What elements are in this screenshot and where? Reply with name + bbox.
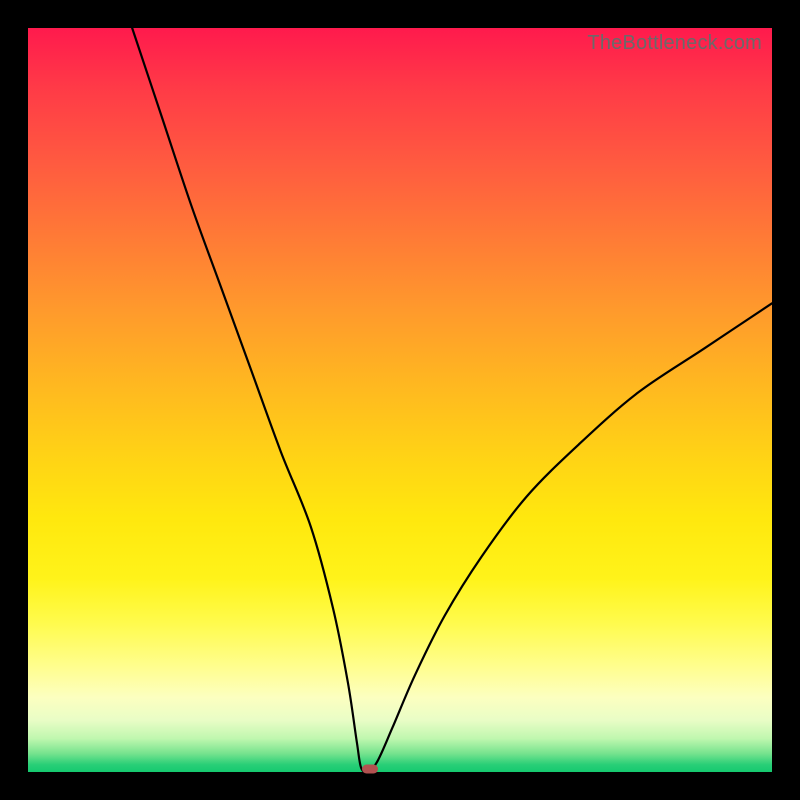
- plot-area: TheBottleneck.com: [28, 28, 772, 772]
- bottleneck-curve: [28, 28, 772, 772]
- curve-path: [132, 28, 772, 772]
- minimum-marker: [362, 765, 378, 774]
- chart-frame: TheBottleneck.com: [0, 0, 800, 800]
